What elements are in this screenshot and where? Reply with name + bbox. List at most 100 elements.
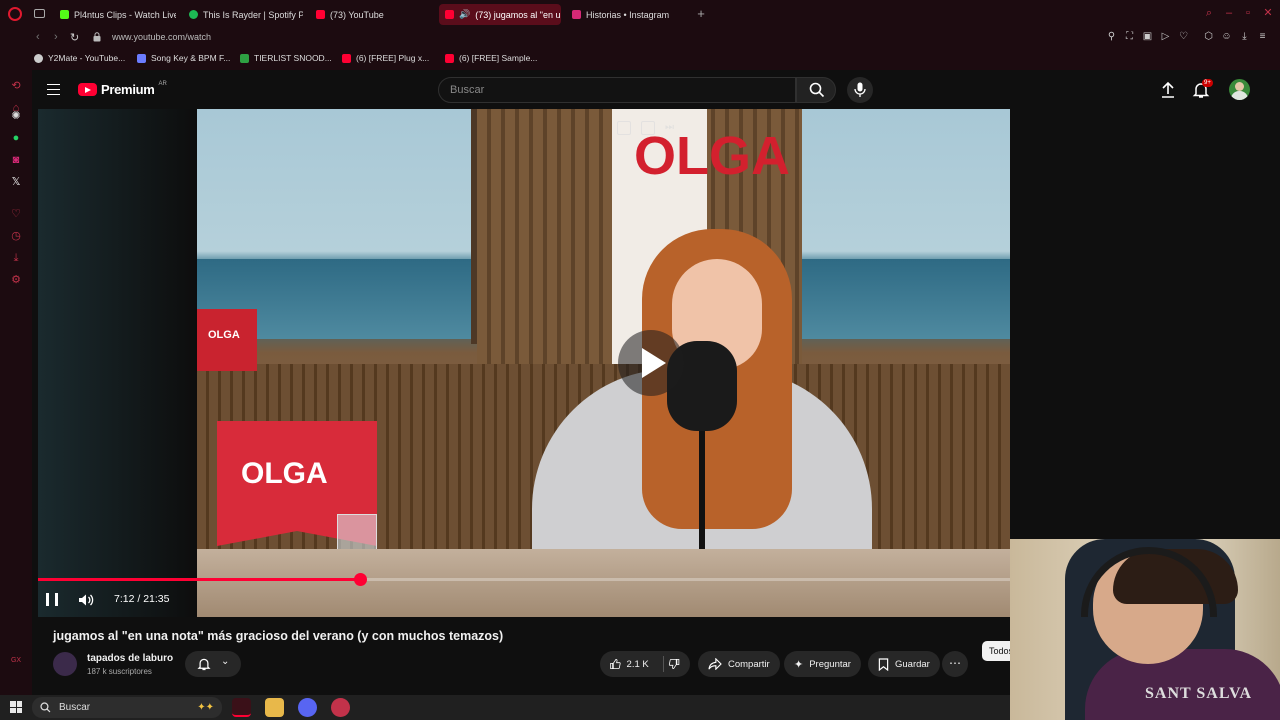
aria-icon[interactable]: ⟲ bbox=[10, 80, 22, 92]
download-icon[interactable]: ⤓ bbox=[10, 252, 22, 264]
big-play-icon[interactable] bbox=[618, 330, 684, 396]
search-input[interactable] bbox=[439, 78, 795, 102]
player-controls: 7:12 / 21:35 bbox=[38, 587, 1010, 617]
next-icon[interactable]: ⏭ bbox=[665, 121, 679, 135]
tab-instagram[interactable]: Historias • Instagram bbox=[566, 4, 688, 25]
maximize-icon[interactable]: ▫ bbox=[1243, 8, 1253, 19]
easy-setup-icon[interactable]: ≡ bbox=[1257, 31, 1268, 42]
bookmark-tierlist[interactable]: TIERLIST SNOOD... bbox=[240, 53, 332, 63]
miniplayer-icon[interactable] bbox=[617, 121, 631, 135]
spotify-favicon-icon bbox=[189, 10, 198, 19]
history-icon[interactable]: ◷ bbox=[10, 230, 22, 242]
channel-name[interactable]: tapados de laburo bbox=[87, 653, 173, 664]
browser-window: Pl4ntus Clips - Watch Live This Is Rayde… bbox=[0, 0, 1280, 720]
sparkle-icon: ✦ bbox=[794, 658, 804, 671]
extensions-icon[interactable]: ⬡ bbox=[1203, 31, 1214, 42]
download-icon[interactable]: ⤓ bbox=[1239, 31, 1250, 42]
voice-search-button[interactable] bbox=[847, 77, 873, 103]
youtube-logo[interactable]: Premium AR bbox=[78, 81, 167, 97]
url-field[interactable]: www.youtube.com/watch bbox=[112, 32, 211, 42]
bookmark-songkey[interactable]: Song Key & BPM F... bbox=[137, 53, 230, 63]
tab-label: (73) jugamos al "en un bbox=[475, 9, 561, 20]
upload-icon[interactable] bbox=[1159, 81, 1177, 99]
progress-bar[interactable] bbox=[38, 573, 1010, 586]
chatgpt-icon[interactable]: ✺ bbox=[10, 110, 22, 122]
theater-icon[interactable] bbox=[641, 121, 655, 135]
bookmark-plug[interactable]: (6) [FREE] Plug x... bbox=[342, 53, 429, 63]
video-player[interactable]: OLGA OLGA OLGA ⏭ 7:12 / 21:35 bbox=[38, 109, 1010, 617]
address-bar: ‹ › ↻ www.youtube.com/watch ⚲ ⛶ ▣ ▷ ♡ ⬡ … bbox=[0, 28, 1280, 48]
video-frame[interactable]: OLGA OLGA OLGA ⏭ bbox=[197, 109, 1010, 617]
menu-icon[interactable] bbox=[47, 84, 60, 95]
share-button[interactable]: Compartir bbox=[698, 651, 780, 677]
tab-active-video[interactable]: 🔊 (73) jugamos al "en un bbox=[439, 4, 561, 25]
ask-button[interactable]: ✦ Preguntar bbox=[784, 651, 861, 677]
speaker-icon: 🔊 bbox=[459, 9, 471, 19]
bookmark-label: (6) [FREE] Sample... bbox=[459, 53, 538, 63]
bookmarks-bar: Y2Mate - YouTube... Song Key & BPM F... … bbox=[0, 48, 1280, 70]
bookmark-label: Y2Mate - YouTube... bbox=[48, 53, 126, 63]
minimize-icon[interactable]: – bbox=[1224, 8, 1234, 19]
kick-favicon-icon bbox=[60, 10, 69, 19]
instagram-favicon-icon bbox=[572, 10, 581, 19]
more-actions-button[interactable]: ⋯ bbox=[942, 651, 968, 677]
bookmark-favicon-icon bbox=[240, 53, 249, 63]
x-icon[interactable]: 𝕏 bbox=[10, 176, 22, 188]
youtube-favicon-icon bbox=[445, 10, 454, 19]
pause-icon[interactable] bbox=[46, 593, 58, 606]
subscription-bell-button[interactable]: ⌄ bbox=[185, 651, 241, 677]
close-icon[interactable]: ✕ bbox=[1263, 8, 1273, 19]
tab-menu-icon[interactable] bbox=[34, 9, 45, 18]
time-display: 7:12 / 21:35 bbox=[114, 593, 170, 605]
youtube-favicon-icon bbox=[342, 53, 351, 63]
progress-fill bbox=[38, 578, 361, 581]
profile-icon[interactable]: ☺ bbox=[1221, 31, 1232, 42]
channel-avatar[interactable] bbox=[53, 652, 77, 676]
file-explorer-icon[interactable] bbox=[265, 698, 284, 717]
youtube-favicon-icon bbox=[445, 53, 454, 63]
save-label: Guardar bbox=[895, 658, 930, 670]
snapshot-icon[interactable]: ⛶ bbox=[1124, 31, 1135, 42]
tab-label: Historias • Instagram bbox=[586, 9, 670, 20]
new-tab-icon[interactable]: + bbox=[695, 7, 707, 20]
windows-start-icon[interactable] bbox=[10, 701, 22, 713]
thumbs-down-icon[interactable] bbox=[669, 657, 680, 671]
lock-icon bbox=[93, 32, 101, 42]
whatsapp-icon[interactable]: ● bbox=[10, 132, 22, 144]
instagram-icon[interactable]: ◙ bbox=[10, 154, 22, 166]
heart-icon[interactable]: ♡ bbox=[10, 208, 22, 220]
player-letterbox bbox=[38, 109, 197, 617]
forward-icon[interactable]: › bbox=[54, 31, 58, 43]
tab-youtube[interactable]: (73) YouTube bbox=[310, 4, 430, 25]
back-icon[interactable]: ‹ bbox=[36, 31, 40, 43]
search-button[interactable] bbox=[796, 77, 836, 103]
like-button[interactable]: 2.1 K bbox=[600, 651, 690, 677]
opera-menu-icon[interactable] bbox=[8, 7, 22, 21]
volume-icon[interactable] bbox=[78, 593, 94, 607]
gx-icon[interactable]: GX bbox=[10, 655, 22, 667]
subscriber-count: 187 k suscriptores bbox=[87, 667, 152, 676]
bookmark-sample[interactable]: (6) [FREE] Sample... bbox=[445, 53, 537, 63]
bookmark-y2mate[interactable]: Y2Mate - YouTube... bbox=[34, 53, 125, 63]
tab-pl4ntus[interactable]: Pl4ntus Clips - Watch Live bbox=[54, 4, 176, 25]
heart-icon[interactable]: ♡ bbox=[1178, 31, 1189, 42]
camera-icon[interactable]: ▣ bbox=[1142, 31, 1153, 42]
tab-search-icon[interactable]: ⌕ bbox=[1204, 8, 1214, 19]
bookmark-label: Song Key & BPM F... bbox=[151, 53, 231, 63]
tab-spotify[interactable]: This Is Rayder | Spotify Pl bbox=[183, 4, 303, 25]
like-divider bbox=[662, 656, 664, 672]
save-button[interactable]: Guardar bbox=[868, 651, 940, 677]
opera-taskbar-icon[interactable] bbox=[232, 698, 251, 717]
reload-icon[interactable]: ↻ bbox=[70, 31, 79, 44]
thumbs-up-icon bbox=[610, 658, 621, 670]
video-mic-stand bbox=[699, 419, 705, 559]
pin-icon[interactable]: ⚲ bbox=[1106, 31, 1117, 42]
settings-icon[interactable]: ⚙ bbox=[10, 274, 22, 286]
bookmark-favicon-icon bbox=[137, 53, 146, 63]
opera-gx-taskbar-icon[interactable] bbox=[331, 698, 350, 717]
avatar[interactable] bbox=[1229, 79, 1250, 100]
discord-taskbar-icon[interactable] bbox=[298, 698, 317, 717]
player-icon[interactable]: ▷ bbox=[1160, 31, 1171, 42]
bell-icon bbox=[197, 658, 211, 671]
taskbar-search[interactable]: Buscar ✦✦ bbox=[32, 697, 222, 718]
